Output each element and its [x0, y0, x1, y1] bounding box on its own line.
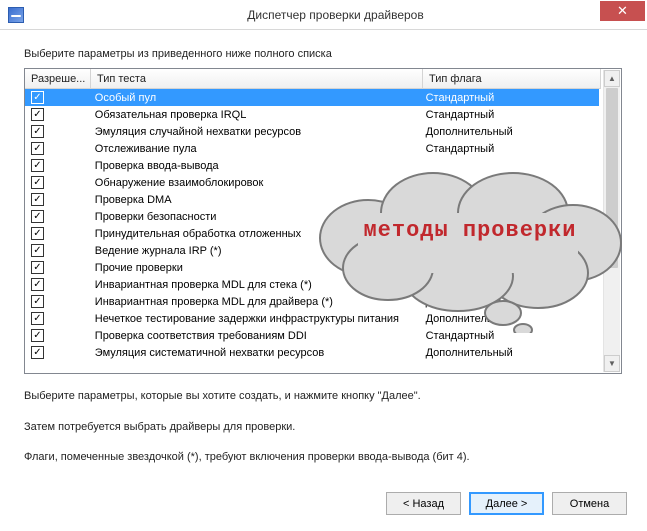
table-row[interactable]: ✓ Нечеткое тестирование задержки инфрастр… [25, 310, 599, 327]
test-label: Инвариантная проверка MDL для драйвера (… [91, 296, 422, 308]
flag-label: Стандартный [422, 109, 599, 121]
allow-checkbox[interactable]: ✓ [31, 278, 44, 291]
table-row[interactable]: ✓ Проверка ввода-вывода [25, 157, 599, 174]
flag-label: Дополнительный [422, 126, 599, 138]
allow-checkbox[interactable]: ✓ [31, 193, 44, 206]
allow-checkbox[interactable]: ✓ [31, 227, 44, 240]
table-row[interactable]: ✓ Отслеживание пулаСтандартный [25, 140, 599, 157]
flag-label: Дополнительный [422, 347, 599, 359]
note-line-3: Флаги, помеченные звездочкой (*), требую… [24, 449, 623, 466]
test-label: Проверка DMA [91, 194, 422, 206]
back-button[interactable]: < Назад [386, 492, 461, 515]
table-row[interactable]: ✓ Эмуляция систематичной нехватки ресурсо… [25, 344, 599, 361]
allow-checkbox[interactable]: ✓ [31, 329, 44, 342]
allow-checkbox[interactable]: ✓ [31, 346, 44, 359]
column-headers: Разреше... Тип теста Тип флага [25, 69, 621, 89]
table-row[interactable]: ✓ Особый пулСтандартный [25, 89, 599, 106]
allow-checkbox[interactable]: ✓ [31, 210, 44, 223]
allow-checkbox[interactable]: ✓ [31, 159, 44, 172]
test-label: Обязательная проверка IRQL [91, 109, 422, 121]
table-row[interactable]: ✓ Ведение журнала IRP (*) [25, 242, 599, 259]
note-line-2: Затем потребуется выбрать драйверы для п… [24, 419, 623, 436]
test-label: Обнаружение взаимоблокировок [91, 177, 422, 189]
scroll-up-button[interactable]: ▲ [604, 70, 620, 87]
allow-checkbox[interactable]: ✓ [31, 142, 44, 155]
flag-label: Стандартный [422, 92, 599, 104]
test-label: Эмуляция систематичной нехватки ресурсов [91, 347, 422, 359]
test-label: Проверка ввода-вывода [91, 160, 422, 172]
flag-label: Дополнительный [422, 313, 599, 325]
table-row[interactable]: ✓ Проверки безопасности [25, 208, 599, 225]
test-list: Разреше... Тип теста Тип флага ✓ Особый п… [24, 68, 622, 374]
table-row[interactable]: ✓ Эмуляция случайной нехватки ресурсовДоп… [25, 123, 599, 140]
table-row[interactable]: ✓ Прочие проверки [25, 259, 599, 276]
test-label: Принудительная обработка отложенных [91, 228, 422, 240]
table-row[interactable]: ✓ Инвариантная проверка MDL для стека (*) [25, 276, 599, 293]
test-label: Особый пул [91, 92, 422, 104]
test-label: Ведение журнала IRP (*) [91, 245, 422, 257]
button-bar: < Назад Далее > Отмена [386, 492, 627, 515]
cancel-button[interactable]: Отмена [552, 492, 627, 515]
allow-checkbox[interactable]: ✓ [31, 108, 44, 121]
test-label: Нечеткое тестирование задержки инфрастру… [91, 313, 422, 325]
allow-checkbox[interactable]: ✓ [31, 244, 44, 257]
rows-container: ✓Особый пулСтандартный✓Обязательная пров… [25, 89, 599, 373]
test-label: Прочие проверки [91, 262, 422, 274]
app-icon [8, 7, 24, 23]
scroll-thumb[interactable] [606, 88, 618, 268]
test-label: Инвариантная проверка MDL для стека (*) [91, 279, 422, 291]
vertical-scrollbar[interactable]: ▲ ▼ [603, 70, 620, 372]
close-icon: ✕ [617, 3, 628, 19]
allow-checkbox[interactable]: ✓ [31, 176, 44, 189]
col-flag[interactable]: Тип флага [423, 69, 601, 89]
allow-checkbox[interactable]: ✓ [31, 295, 44, 308]
col-allow[interactable]: Разреше... [25, 69, 91, 89]
table-row[interactable]: ✓ Проверка DMA [25, 191, 599, 208]
allow-checkbox[interactable]: ✓ [31, 91, 44, 104]
allow-checkbox[interactable]: ✓ [31, 312, 44, 325]
allow-checkbox[interactable]: ✓ [31, 125, 44, 138]
table-row[interactable]: ✓ Обнаружение взаимоблокировок [25, 174, 599, 191]
flag-label: Стандартный [422, 330, 599, 342]
flag-label: Стандартный [422, 143, 599, 155]
next-button[interactable]: Далее > [469, 492, 544, 515]
window-title: Диспетчер проверки драйверов [24, 8, 647, 22]
table-row[interactable]: ✓ Инвариантная проверка MDL для драйвера … [25, 293, 599, 310]
test-label: Отслеживание пула [91, 143, 422, 155]
scroll-down-button[interactable]: ▼ [604, 355, 620, 372]
titlebar: Диспетчер проверки драйверов ✕ [0, 0, 647, 30]
table-row[interactable]: ✓ Проверка соответствия требованиям DDIСт… [25, 327, 599, 344]
test-label: Проверки безопасности [91, 211, 422, 223]
table-row[interactable]: ✓ Принудительная обработка отложенных [25, 225, 599, 242]
notes: Выберите параметры, которые вы хотите со… [24, 388, 623, 466]
test-label: Эмуляция случайной нехватки ресурсов [91, 126, 422, 138]
allow-checkbox[interactable]: ✓ [31, 261, 44, 274]
test-label: Проверка соответствия требованиям DDI [91, 330, 422, 342]
col-test[interactable]: Тип теста [91, 69, 423, 89]
close-button[interactable]: ✕ [600, 1, 645, 21]
intro-text: Выберите параметры из приведенного ниже … [24, 48, 623, 60]
table-row[interactable]: ✓ Обязательная проверка IRQLСтандартный [25, 106, 599, 123]
note-line-1: Выберите параметры, которые вы хотите со… [24, 388, 623, 405]
flag-label: Дополнительный [422, 296, 599, 308]
